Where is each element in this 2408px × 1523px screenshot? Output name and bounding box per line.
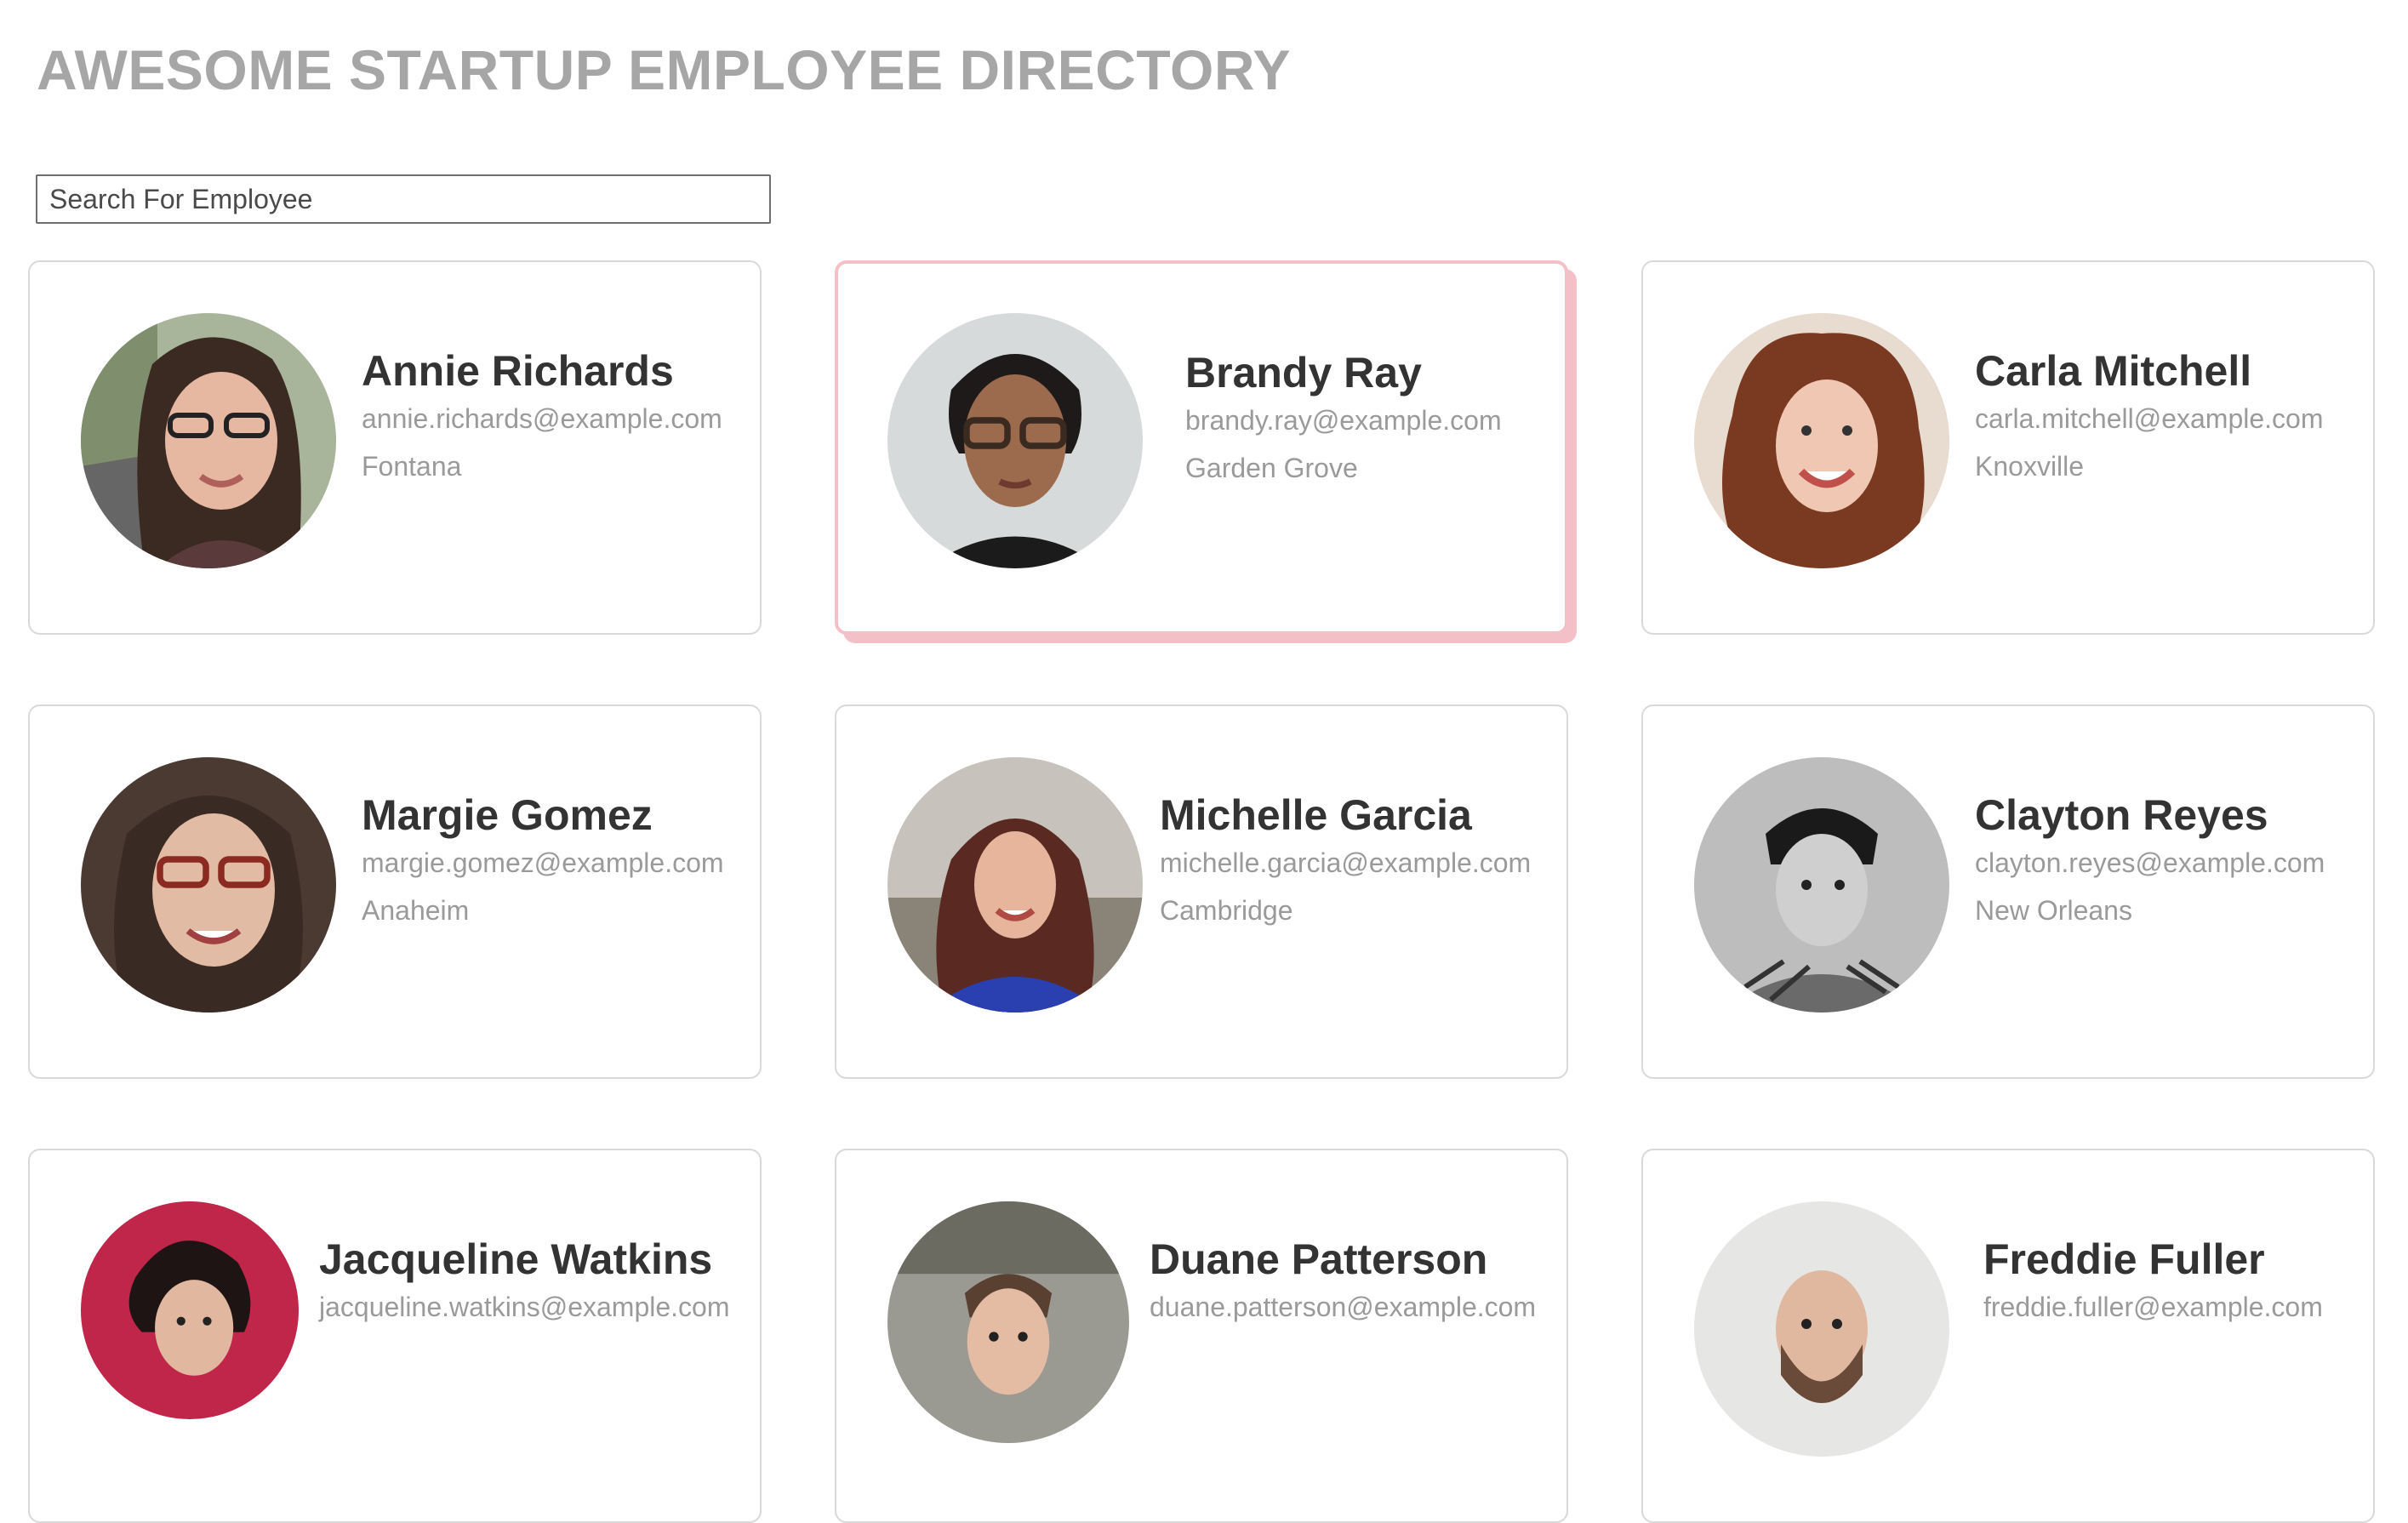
avatar <box>887 757 1143 1012</box>
employee-email: carla.mitchell@example.com <box>1975 403 2324 434</box>
page-title: AWESOME STARTUP EMPLOYEE DIRECTORY <box>37 38 1292 101</box>
employee-card[interactable]: Freddie Fuller freddie.fuller@example.co… <box>1641 1149 2375 1523</box>
employee-email: freddie.fuller@example.com <box>1983 1292 2323 1322</box>
employee-card[interactable]: Margie Gomez margie.gomez@example.com An… <box>28 704 762 1079</box>
avatar <box>887 313 1143 568</box>
avatar <box>81 1201 299 1419</box>
employee-card[interactable]: Jacqueline Watkins jacqueline.watkins@ex… <box>28 1149 762 1523</box>
employee-name: Brandy Ray <box>1185 349 1422 396</box>
employee-email: duane.patterson@example.com <box>1150 1292 1537 1322</box>
employee-city: Anaheim <box>362 895 470 926</box>
employee-email: annie.richards@example.com <box>362 403 722 434</box>
avatar <box>81 313 336 568</box>
employee-card-highlighted[interactable]: Brandy Ray brandy.ray@example.com Garden… <box>835 260 1568 635</box>
employee-email: michelle.garcia@example.com <box>1160 847 1532 878</box>
avatar <box>1694 313 1949 568</box>
employee-name: Freddie Fuller <box>1983 1235 2265 1283</box>
employee-card[interactable]: Carla Mitchell carla.mitchell@example.co… <box>1641 260 2375 635</box>
employee-name: Carla Mitchell <box>1975 347 2252 395</box>
employee-name: Annie Richards <box>362 347 674 395</box>
avatar <box>81 757 336 1012</box>
employee-city: New Orleans <box>1975 895 2132 926</box>
employee-name: Clayton Reyes <box>1975 791 2268 839</box>
employee-email: margie.gomez@example.com <box>362 847 724 878</box>
employee-name: Duane Patterson <box>1150 1235 1488 1283</box>
avatar <box>887 1201 1129 1443</box>
search-input[interactable] <box>36 174 771 224</box>
employee-name: Jacqueline Watkins <box>319 1235 713 1283</box>
employee-email: jacqueline.watkins@example.com <box>319 1292 730 1322</box>
employee-city: Cambridge <box>1160 895 1293 926</box>
employee-name: Margie Gomez <box>362 791 653 839</box>
employee-grid: Annie Richards annie.richards@example.co… <box>28 260 2377 1523</box>
employee-city: Garden Grove <box>1185 453 1358 483</box>
employee-card[interactable]: Clayton Reyes clayton.reyes@example.com … <box>1641 704 2375 1079</box>
employee-city: Knoxville <box>1975 451 2085 482</box>
employee-card[interactable]: Annie Richards annie.richards@example.co… <box>28 260 762 635</box>
employee-card[interactable]: Michelle Garcia michelle.garcia@example.… <box>835 704 1568 1079</box>
avatar <box>1694 757 1949 1012</box>
employee-email: brandy.ray@example.com <box>1185 405 1502 436</box>
employee-city: Fontana <box>362 451 462 482</box>
employee-email: clayton.reyes@example.com <box>1975 847 2325 878</box>
employee-name: Michelle Garcia <box>1160 791 1472 839</box>
employee-card[interactable]: Duane Patterson duane.patterson@example.… <box>835 1149 1568 1523</box>
avatar <box>1694 1201 1949 1457</box>
